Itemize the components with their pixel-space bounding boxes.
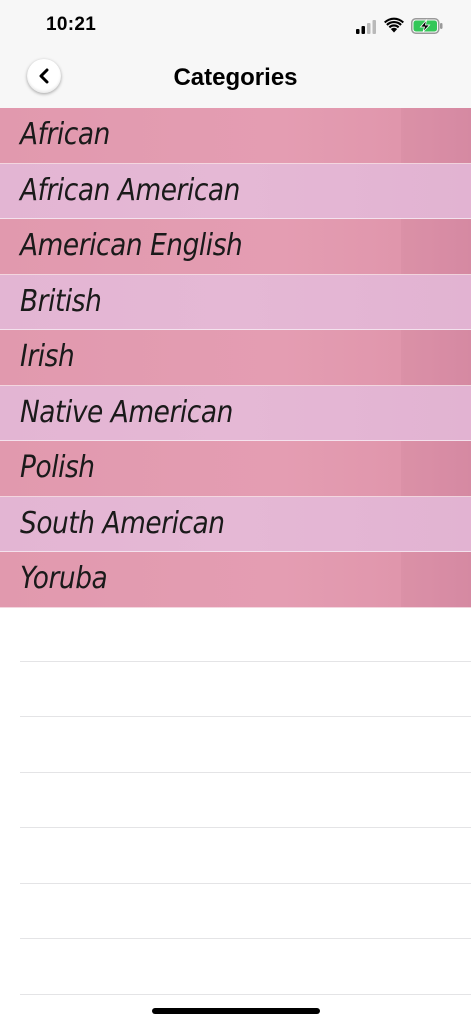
category-row-yoruba[interactable]: Yoruba	[0, 552, 471, 608]
category-row-native-american[interactable]: Native American	[0, 385, 471, 441]
row-accessory	[401, 330, 471, 385]
row-accessory	[401, 441, 471, 496]
row-accessory	[401, 219, 471, 274]
category-label: Native American	[20, 394, 233, 430]
category-row-african-american[interactable]: African American	[0, 163, 471, 219]
category-row-irish[interactable]: Irish	[0, 330, 471, 386]
empty-row-separator	[20, 884, 471, 939]
category-label: British	[20, 283, 102, 319]
category-label: Polish	[20, 450, 95, 485]
category-row-south-american[interactable]: South American	[0, 496, 471, 552]
category-label: African	[20, 117, 110, 152]
empty-row-separator	[20, 662, 471, 717]
empty-row-separator	[20, 939, 471, 995]
empty-row-separator	[20, 773, 471, 828]
navigation-bar: Categories	[0, 52, 471, 108]
category-label: South American	[20, 505, 225, 541]
empty-row-separator	[20, 717, 471, 773]
screen: 10:21 Categories African African America…	[0, 0, 471, 1024]
category-row-american-english[interactable]: American English	[0, 219, 471, 275]
status-time: 10:21	[46, 14, 97, 35]
category-label: American English	[20, 228, 243, 263]
row-accessory	[401, 108, 471, 163]
category-row-african[interactable]: African	[0, 108, 471, 164]
category-row-polish[interactable]: Polish	[0, 441, 471, 497]
category-label: African American	[20, 172, 240, 208]
empty-table-area	[0, 606, 471, 995]
home-indicator[interactable]	[152, 1008, 320, 1014]
page-title: Categories	[173, 64, 298, 91]
empty-row-separator	[20, 828, 471, 884]
row-accessory	[401, 552, 471, 607]
category-list: African African American American Englis…	[0, 108, 471, 608]
status-bar: 10:21	[0, 0, 471, 52]
empty-row-separator	[20, 606, 471, 662]
category-row-british[interactable]: British	[0, 274, 471, 330]
category-label: Yoruba	[20, 561, 108, 596]
battery-charging-icon	[411, 18, 443, 34]
category-label: Irish	[20, 339, 75, 374]
cellular-signal-icon	[356, 20, 376, 34]
wifi-icon	[384, 17, 404, 33]
